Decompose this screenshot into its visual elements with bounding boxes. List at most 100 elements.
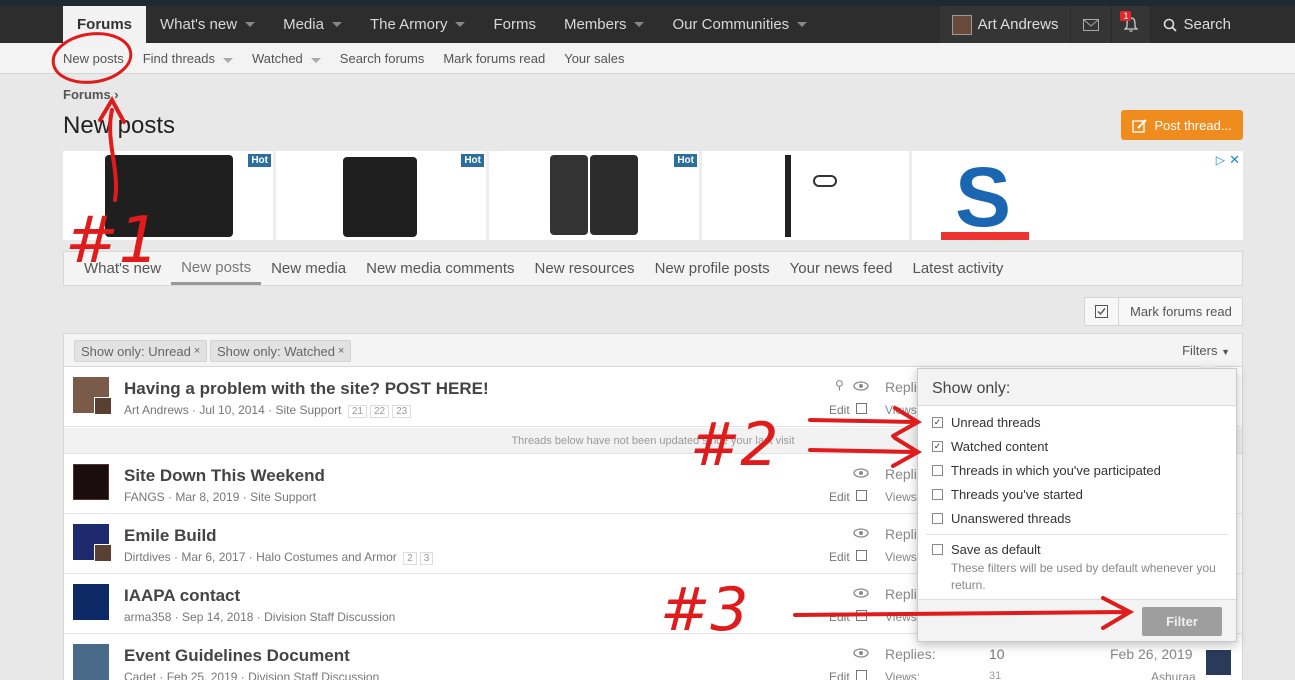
- chevron-down-icon[interactable]: [634, 22, 645, 27]
- select-checkbox[interactable]: [856, 403, 867, 414]
- avatar[interactable]: [73, 584, 109, 620]
- last-post-date[interactable]: Feb 26, 2019: [1110, 646, 1193, 662]
- select-checkbox[interactable]: [856, 550, 867, 561]
- avatar[interactable]: [73, 644, 109, 680]
- thread-author[interactable]: Dirtdives: [124, 550, 171, 564]
- page-link[interactable]: 3: [419, 552, 434, 565]
- nav-tab-forms[interactable]: Forms: [479, 6, 550, 43]
- page-link[interactable]: 2: [403, 552, 417, 565]
- mark-forums-read-button[interactable]: Mark forums read: [1084, 297, 1243, 326]
- subnav-new-posts[interactable]: New posts: [63, 51, 124, 66]
- filter-button[interactable]: Filter: [1142, 607, 1222, 636]
- select-checkbox[interactable]: [856, 610, 867, 621]
- thread-title[interactable]: Emile Build: [124, 526, 217, 546]
- tab-new-profile-posts[interactable]: New profile posts: [645, 252, 780, 285]
- select-checkbox[interactable]: [856, 670, 867, 680]
- thread-forum[interactable]: Halo Costumes and Armor: [256, 550, 397, 564]
- breadcrumb[interactable]: Forums ›: [63, 87, 119, 102]
- ad-brand-logo[interactable]: S ▷ ✕: [913, 150, 1243, 244]
- close-icon[interactable]: ×: [194, 345, 200, 357]
- thread-title[interactable]: Site Down This Weekend: [124, 466, 325, 486]
- edit-link[interactable]: Edit: [829, 403, 850, 417]
- subnav-watched[interactable]: Watched: [252, 51, 321, 66]
- thread-title[interactable]: Having a problem with the site? POST HER…: [124, 379, 489, 399]
- subnav-find-threads[interactable]: Find threads: [143, 51, 233, 66]
- filter-option-participated[interactable]: Threads in which you've participated: [932, 463, 1161, 478]
- account-menu[interactable]: Art Andrews: [938, 6, 1071, 43]
- chevron-down-icon[interactable]: [455, 22, 466, 27]
- edit-link[interactable]: Edit: [829, 550, 850, 564]
- tab-whats-new[interactable]: What's new: [74, 252, 171, 285]
- speaker-right-image: [590, 155, 638, 235]
- nav-tab-media[interactable]: Media: [269, 6, 356, 43]
- thread-title[interactable]: Event Guidelines Document: [124, 646, 350, 666]
- tab-latest-activity[interactable]: Latest activity: [902, 252, 1013, 285]
- checkbox-checked[interactable]: ✓: [932, 441, 943, 452]
- page-link[interactable]: 22: [369, 405, 390, 418]
- avatar[interactable]: [1206, 650, 1231, 675]
- thread-title[interactable]: IAAPA contact: [124, 586, 240, 606]
- nav-tab-forums[interactable]: Forums: [63, 6, 147, 43]
- filter-option-unread[interactable]: ✓ Unread threads: [932, 415, 1041, 430]
- close-icon[interactable]: ×: [338, 345, 344, 357]
- chevron-down-icon[interactable]: [797, 22, 808, 27]
- thread-author[interactable]: Cadet: [124, 670, 156, 680]
- tab-your-news-feed[interactable]: Your news feed: [780, 252, 903, 285]
- tab-new-media[interactable]: New media: [261, 252, 356, 285]
- filter-pill-watched[interactable]: Show only: Watched ×: [210, 340, 352, 362]
- close-icon[interactable]: ✕: [1229, 152, 1240, 168]
- page-link[interactable]: 21: [347, 405, 367, 418]
- ad-product-1[interactable]: Hot: [63, 151, 276, 240]
- thread-author[interactable]: arma358: [124, 610, 171, 624]
- chevron-down-icon[interactable]: [310, 58, 321, 63]
- nav-tab-our-communities[interactable]: Our Communities: [658, 6, 821, 43]
- chevron-down-icon[interactable]: [331, 22, 342, 27]
- breadcrumb-forums[interactable]: Forums: [63, 87, 111, 102]
- checkbox-checked[interactable]: ✓: [932, 417, 943, 428]
- filter-option-watched[interactable]: ✓ Watched content: [932, 439, 1048, 454]
- subnav-search-forums[interactable]: Search forums: [340, 51, 425, 66]
- edit-link[interactable]: Edit: [829, 670, 850, 680]
- edit-link[interactable]: Edit: [829, 610, 850, 624]
- alerts-button[interactable]: 1: [1111, 6, 1151, 43]
- checkbox[interactable]: [932, 465, 943, 476]
- filter-option-unanswered[interactable]: Unanswered threads: [932, 511, 1071, 526]
- tab-new-posts[interactable]: New posts: [171, 252, 262, 285]
- edit-link[interactable]: Edit: [829, 490, 850, 504]
- nav-tab-the-armory[interactable]: The Armory: [356, 6, 480, 43]
- subnav-mark-forums-read[interactable]: Mark forums read: [443, 51, 545, 66]
- select-checkbox[interactable]: [856, 490, 867, 501]
- thread-forum[interactable]: Site Support: [250, 490, 316, 504]
- thread-forum[interactable]: Division Staff Discussion: [264, 610, 395, 624]
- ad-product-4[interactable]: [703, 151, 912, 240]
- save-as-default-option[interactable]: Save as default: [932, 542, 1041, 557]
- thread-forum[interactable]: Division Staff Discussion: [248, 670, 379, 680]
- checkbox[interactable]: [932, 489, 943, 500]
- thread-forum[interactable]: Site Support: [275, 403, 341, 417]
- chevron-down-icon[interactable]: [245, 22, 256, 27]
- search-button[interactable]: Search: [1150, 6, 1243, 43]
- nav-tab-whats-new[interactable]: What's new: [146, 6, 269, 43]
- subnav-your-sales[interactable]: Your sales: [564, 51, 624, 66]
- thread-author[interactable]: FANGS: [124, 490, 165, 504]
- post-thread-button[interactable]: Post thread...: [1121, 110, 1243, 140]
- avatar: [94, 397, 112, 415]
- chevron-down-icon[interactable]: [222, 58, 233, 63]
- checkbox[interactable]: [932, 513, 943, 524]
- nav-tab-members[interactable]: Members: [550, 6, 659, 43]
- checkbox[interactable]: [932, 544, 943, 555]
- last-post-user[interactable]: Ashuraa: [1151, 670, 1196, 680]
- tab-new-resources[interactable]: New resources: [525, 252, 645, 285]
- tab-new-media-comments[interactable]: New media comments: [356, 252, 524, 285]
- adchoices-icon[interactable]: ▷: [1216, 153, 1225, 167]
- filter-pill-unread[interactable]: Show only: Unread ×: [74, 340, 208, 362]
- thread-author[interactable]: Art Andrews: [124, 403, 189, 417]
- avatar[interactable]: [73, 464, 109, 500]
- inbox-button[interactable]: [1070, 6, 1112, 43]
- filters-dropdown-toggle[interactable]: Filters ▼: [1182, 343, 1230, 358]
- filter-option-started[interactable]: Threads you've started: [932, 487, 1083, 502]
- nav-label: What's new: [160, 16, 238, 33]
- ad-product-3[interactable]: Hot: [490, 151, 702, 240]
- page-link[interactable]: 23: [392, 405, 412, 418]
- ad-product-2[interactable]: Hot: [277, 151, 489, 240]
